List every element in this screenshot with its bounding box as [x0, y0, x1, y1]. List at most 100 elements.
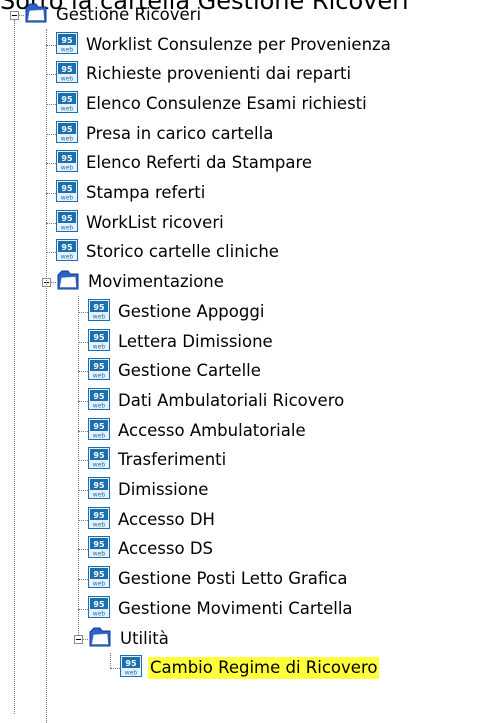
tree-item-trasferimenti[interactable]: 95 web Trasferimenti: [88, 446, 228, 474]
tree-item-label: Elenco Referti da Stampare: [86, 153, 313, 173]
tree-item-label: Accesso Ambulatoriale: [118, 420, 306, 440]
tree-item-gestione-posti-letto-grafica[interactable]: 95 web Gestione Posti Letto Grafica: [88, 565, 349, 593]
tree-item-stampa-referti[interactable]: 95 web Stampa referti: [56, 179, 207, 207]
tree-item-elenco-referti-da-stampare[interactable]: 95 web Elenco Referti da Stampare: [56, 149, 314, 177]
tree-item-richieste-provenienti-dai-reparti[interactable]: 95 web Richieste provenienti dai reparti: [56, 60, 353, 88]
svg-text:web: web: [93, 313, 106, 320]
svg-text:95: 95: [93, 303, 105, 312]
tree-horizontal-guide: [46, 133, 56, 135]
svg-text:web: web: [93, 492, 106, 499]
tree-item-label: Dimissione: [118, 480, 209, 500]
tree-item-label: Accesso DS: [118, 539, 214, 559]
tree-item-elenco-consulenze-esami-richiesti[interactable]: 95 web Elenco Consulenze Esami richiesti: [56, 90, 369, 118]
tree-horizontal-guide: [78, 430, 88, 432]
tree-item-label: Cambio Regime di Ricovero: [148, 657, 380, 680]
tree-horizontal-guide: [110, 668, 120, 670]
web-page-icon: 95 web: [88, 595, 110, 622]
web-page-icon: 95 web: [120, 655, 142, 681]
tree-item-gestione-appoggi[interactable]: 95 web Gestione Appoggi: [88, 298, 266, 326]
web-page-icon: 95 web: [88, 477, 110, 503]
web-page-icon: 95 web: [88, 328, 110, 355]
svg-text:web: web: [61, 254, 74, 261]
tree-item-gestione-cartelle[interactable]: 95 web Gestione Cartelle: [88, 357, 263, 385]
tree-horizontal-guide: [46, 252, 56, 254]
tree-item-label: Presa in carico cartella: [86, 123, 274, 143]
tree-horizontal-guide: [46, 103, 56, 105]
tree-horizontal-guide: [46, 44, 56, 46]
web-page-icon: 95 web: [88, 536, 110, 562]
web-page-icon: 95 web: [56, 90, 78, 117]
tree-item-label: Dati Ambulatoriali Ricovero: [118, 390, 345, 410]
svg-text:web: web: [93, 551, 106, 558]
svg-text:95: 95: [93, 451, 105, 460]
tree-folder-gestione-ricoveri[interactable]: Gestione Ricoveri: [24, 1, 203, 29]
svg-text:web: web: [125, 670, 138, 677]
tree-item-label: Gestione Movimenti Cartella: [118, 598, 353, 618]
tree-item-storico-cartelle-cliniche[interactable]: 95 web Storico cartelle cliniche: [56, 238, 281, 266]
tree-horizontal-guide: [46, 74, 56, 76]
tree-item-label: Trasferimenti: [118, 450, 227, 470]
tree-item-worklist-ricoveri[interactable]: 95 web WorkList ricoveri: [56, 209, 226, 237]
svg-text:95: 95: [61, 36, 73, 45]
web-page-icon: 95 web: [56, 61, 78, 87]
svg-text:web: web: [61, 105, 74, 112]
svg-text:web: web: [61, 195, 74, 202]
tree-item-accesso-ambulatoriale[interactable]: 95 web Accesso Ambulatoriale: [88, 417, 308, 445]
tree-item-dimissione[interactable]: 95 web Dimissione: [88, 476, 210, 504]
tree-item-worklist-consulenze-per-provenienza[interactable]: 95 web Worklist Consulenze per Provenienza: [56, 31, 393, 59]
tree-horizontal-guide: [46, 163, 56, 165]
web-page-icon: 95 web: [88, 358, 110, 384]
web-page-icon: 95 web: [56, 180, 78, 206]
tree-vertical-guide: [78, 296, 79, 635]
tree-item-cambio-regime-di-ricovero[interactable]: 95 web Cambio Regime di Ricovero: [120, 654, 380, 682]
tree-item-label: Gestione Ricoveri: [56, 4, 202, 24]
svg-text:95: 95: [93, 392, 105, 401]
tree-item-label: Elenco Consulenze Esami richiesti: [86, 93, 367, 113]
tree-folder-movimentazione[interactable]: Movimentazione: [56, 268, 226, 296]
svg-text:95: 95: [61, 65, 73, 74]
folder-icon: [56, 268, 80, 296]
svg-text:95: 95: [93, 362, 105, 371]
svg-text:95: 95: [93, 511, 105, 520]
tree-item-gestione-movimenti-cartella[interactable]: 95 web Gestione Movimenti Cartella: [88, 595, 355, 623]
tree-item-lettera-dimissione[interactable]: 95 web Lettera Dimissione: [88, 328, 275, 356]
svg-text:web: web: [93, 373, 106, 380]
tree-item-label: Richieste provenienti dai reparti: [86, 64, 352, 84]
tree-horizontal-guide: [46, 222, 56, 224]
svg-text:web: web: [61, 135, 74, 142]
svg-text:web: web: [61, 165, 74, 172]
tree-horizontal-guide: [78, 608, 88, 610]
svg-text:95: 95: [93, 422, 105, 431]
collapse-toggle-gestione-ricoveri[interactable]: [10, 10, 19, 20]
tree-item-label: Gestione Posti Letto Grafica: [118, 569, 348, 589]
tree-item-presa-in-carico-cartella[interactable]: 95 web Presa in carico cartella: [56, 120, 275, 148]
web-page-icon: 95 web: [56, 31, 78, 58]
web-page-icon: 95 web: [88, 417, 110, 444]
web-page-icon: 95 web: [56, 150, 78, 176]
svg-text:web: web: [93, 402, 106, 409]
tree-horizontal-guide: [78, 490, 88, 492]
web-page-icon: 95 web: [88, 447, 110, 473]
tree-horizontal-guide: [78, 400, 88, 402]
tree-item-label: Worklist Consulenze per Provenienza: [86, 34, 391, 54]
tree-item-label: Gestione Cartelle: [118, 361, 261, 381]
tree-horizontal-guide: [46, 193, 56, 195]
svg-text:95: 95: [93, 540, 105, 549]
tree-item-dati-ambulatoriali-ricovero[interactable]: 95 web Dati Ambulatoriali Ricovero: [88, 387, 346, 415]
svg-text:95: 95: [61, 95, 73, 104]
svg-text:95: 95: [61, 214, 73, 223]
tree-horizontal-guide: [78, 371, 88, 373]
web-page-icon: 95 web: [88, 387, 110, 414]
tree-vertical-guide: [46, 28, 47, 723]
tree-folder-utilita[interactable]: Utilità: [88, 625, 171, 653]
tree-item-accesso-ds[interactable]: 95 web Accesso DS: [88, 535, 215, 563]
svg-text:95: 95: [125, 659, 137, 668]
svg-text:95: 95: [61, 184, 73, 193]
svg-text:95: 95: [93, 333, 105, 342]
collapse-toggle-utilita[interactable]: [74, 634, 83, 644]
tree-item-accesso-dh[interactable]: 95 web Accesso DH: [88, 506, 217, 534]
tree-vertical-guide: [110, 652, 111, 669]
tree-item-label: Stampa referti: [86, 183, 206, 203]
svg-text:web: web: [93, 581, 106, 588]
folder-icon: [88, 625, 112, 653]
